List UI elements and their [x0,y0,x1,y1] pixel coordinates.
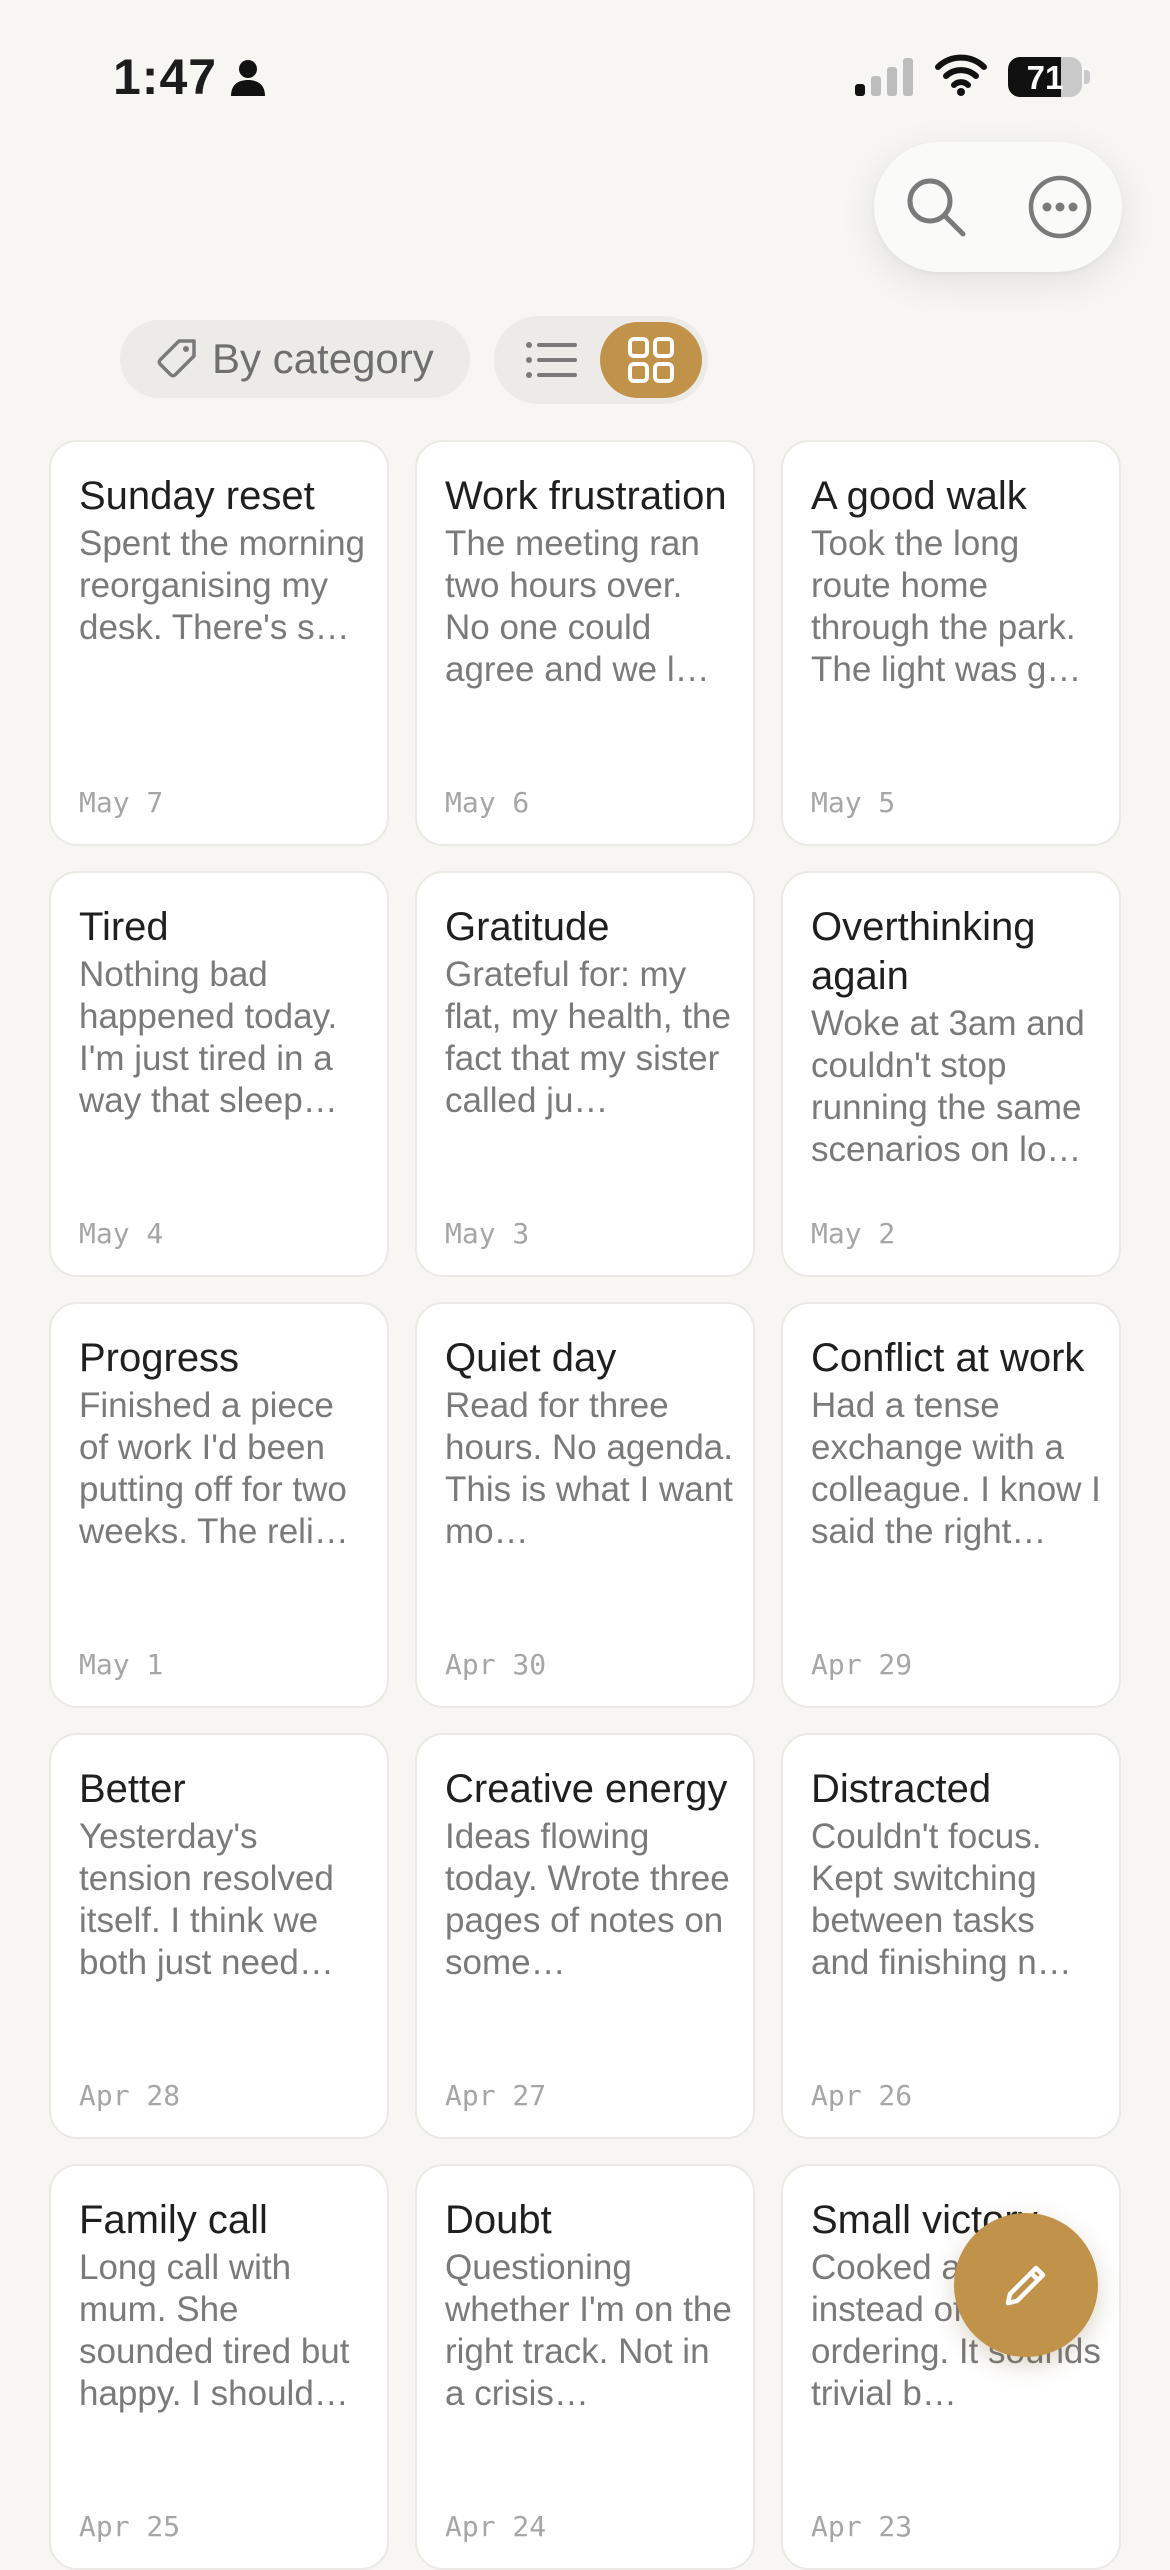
entry-title: Overthinking again [811,905,1036,998]
entry-date: Apr 29 [811,1648,913,1681]
entry-card[interactable]: Overthinking again Woke at 3am and couldn… [781,871,1121,1277]
entry-title: Family call [79,2198,268,2242]
entry-excerpt: Questioning whether I'm on the right tra… [445,2248,732,2413]
entry-title: Progress [79,1336,240,1380]
entry-date: Apr 28 [79,2079,181,2112]
entry-excerpt: Spent the morning reorganising my desk. … [79,524,366,647]
cellular-signal-icon [855,58,913,96]
person-icon [231,60,265,96]
category-filter-button[interactable]: By category [120,320,470,398]
more-options-button[interactable] [1020,167,1100,247]
new-entry-button[interactable] [954,2213,1098,2357]
pencil-icon [1005,2265,1046,2306]
status-time: 1:47 [113,49,218,105]
battery-indicator: 71 [1008,57,1090,97]
entry-card[interactable]: Gratitude Grateful for: my flat, my healt… [415,871,755,1277]
entry-date: May 2 [811,1217,896,1250]
entry-date: Apr 24 [445,2510,547,2543]
entry-card[interactable]: Better Yesterday's tension resolved itsel… [49,1733,389,2139]
entry-title: A good walk [811,474,1027,518]
status-bar: 1:47 71 [0,0,1170,150]
tag-icon [157,339,196,378]
entry-card[interactable]: Work frustration The meeting ran two hour… [415,440,755,846]
entry-date: May 5 [811,786,896,819]
entry-excerpt: Ideas flowing today. Wrote three pages o… [445,1817,730,1982]
entry-excerpt: Had a tense exchange with a colleague. I… [811,1386,1101,1551]
entry-title: Better [79,1767,186,1811]
entry-excerpt: Grateful for: my flat, my health, the fa… [445,955,731,1120]
grid-view-button[interactable] [600,322,702,398]
entry-title: Conflict at work [811,1336,1085,1380]
entry-date: May 6 [445,786,530,819]
entry-card[interactable]: A good walk Took the long route home thro… [781,440,1121,846]
entry-date: Apr 30 [445,1648,547,1681]
entry-excerpt: Nothing bad happened today. I'm just tir… [79,955,338,1120]
ellipsis-circle-icon [1028,175,1092,239]
top-actions [874,142,1122,272]
entry-title: Distracted [811,1767,992,1811]
entry-title: Creative energy [445,1767,728,1811]
category-filter-label: By category [212,335,434,382]
entry-card[interactable]: Tired Nothing bad happened today. I'm jus… [49,871,389,1277]
entry-date: May 7 [79,786,164,819]
entry-date: May 4 [79,1217,164,1250]
entry-card[interactable]: Sunday reset Spent the morning reorganisi… [49,440,389,846]
entry-excerpt: Finished a piece of work I'd been puttin… [79,1386,349,1551]
entry-title: Work frustration [445,474,727,518]
entry-title: Sunday reset [79,474,315,518]
entry-card[interactable]: Quiet day Read for three hours. No agenda… [415,1302,755,1708]
entry-card[interactable]: Creative energy Ideas flowing today. Wrot… [415,1733,755,2139]
wifi-icon [935,54,987,96]
search-button[interactable] [896,167,976,247]
entry-card[interactable]: Doubt Questioning whether I'm on the righ… [415,2164,755,2570]
search-icon [907,178,966,237]
entry-excerpt: Yesterday's tension resolved itself. I t… [79,1817,334,1982]
battery-percent: 71 [1026,59,1064,96]
list-view-button[interactable] [500,322,602,398]
list-icon [526,342,577,378]
entry-date: May 3 [445,1217,530,1250]
entry-card[interactable]: Conflict at work Had a tense exchange wit… [781,1302,1121,1708]
entry-card[interactable]: Family call Long call with mum. She sound… [49,2164,389,2570]
entry-title: Gratitude [445,905,610,949]
entry-excerpt: The meeting ran two hours over. No one c… [445,524,710,689]
entry-excerpt: Read for three hours. No agenda. This is… [445,1386,733,1551]
entry-card[interactable]: Distracted Couldn't focus. Kept switching… [781,1733,1121,2139]
entry-title: Doubt [445,2198,552,2242]
entry-date: Apr 26 [811,2079,913,2112]
entry-date: Apr 25 [79,2510,181,2543]
grid-icon [628,337,674,383]
entry-date: May 1 [79,1648,164,1681]
entry-excerpt: Couldn't focus. Kept switching between t… [811,1817,1072,1982]
entry-excerpt: Took the long route home through the par… [811,524,1082,689]
entry-card[interactable]: Small victory Cooked a meal instead of or… [781,2164,1121,2570]
view-mode-toggle [494,316,708,404]
entry-card[interactable]: Progress Finished a piece of work I'd bee… [49,1302,389,1708]
entry-title: Tired [79,905,169,949]
entry-excerpt: Woke at 3am and couldn't stop running th… [811,1004,1085,1169]
entry-excerpt: Long call with mum. She sounded tired bu… [79,2248,350,2413]
entry-date: Apr 27 [445,2079,547,2112]
entry-title: Quiet day [445,1336,617,1380]
entry-date: Apr 23 [811,2510,913,2543]
